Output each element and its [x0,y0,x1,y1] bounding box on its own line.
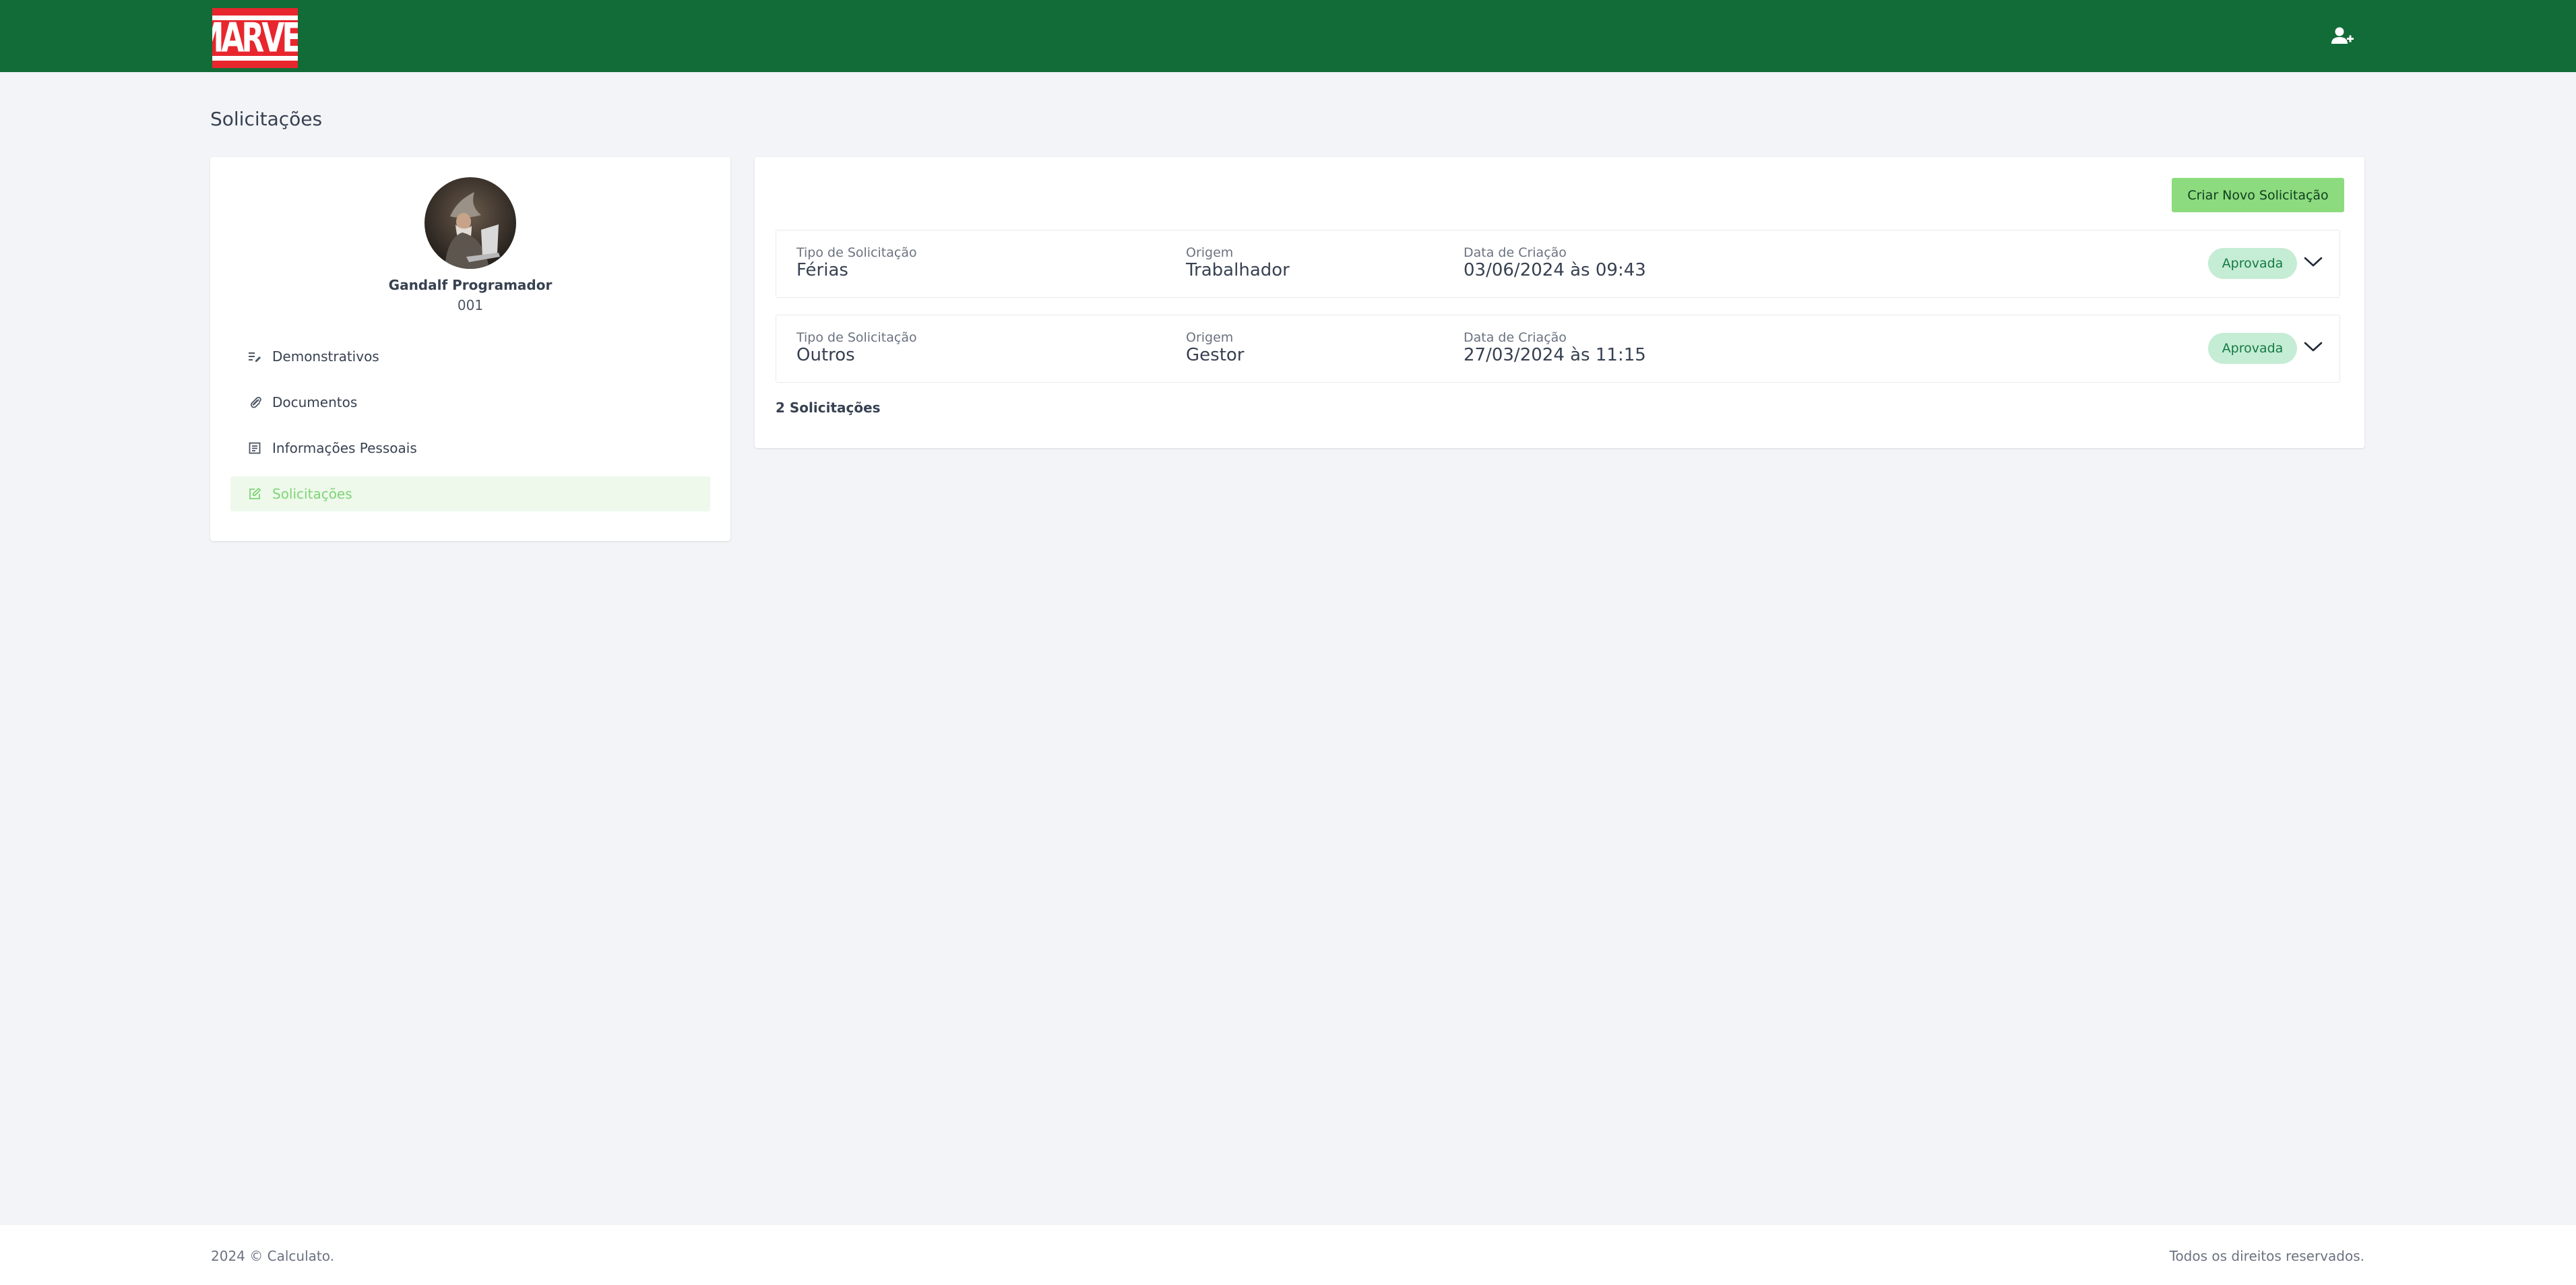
document-list-icon [247,440,263,456]
marvel-logo[interactable]: MARVEL [212,8,298,68]
status-badge: Aprovada [2208,248,2297,279]
request-type-label: Tipo de Solicitação [796,245,917,260]
footer-rights: Todos os direitos reservados. [2169,1248,2364,1264]
request-type-label: Tipo de Solicitação [796,330,917,345]
chevron-down-icon[interactable] [2303,340,2323,354]
person-add-icon[interactable] [2329,23,2356,50]
sidebar-item-label: Informações Pessoais [272,440,417,456]
request-origin-label: Origem [1186,330,1234,345]
request-count: 2 Solicitações [776,400,881,416]
sidebar-item-solicitacoes[interactable]: Solicitações [230,476,710,511]
request-row[interactable]: Tipo de Solicitação Férias Origem Trabal… [776,230,2340,298]
request-date-label: Data de Criação [1464,330,1567,345]
chevron-down-icon[interactable] [2303,255,2323,270]
sidebar-item-informacoes-pessoais[interactable]: Informações Pessoais [230,431,710,466]
profile-id: 001 [457,297,484,313]
request-date-value: 27/03/2024 às 11:15 [1464,345,1646,365]
request-date-value: 03/06/2024 às 09:43 [1464,260,1646,280]
profile-name: Gandalf Programador [388,277,553,293]
request-type-field: Tipo de Solicitação Férias [796,245,917,280]
request-type-value: Outros [796,345,855,365]
sidebar-item-label: Solicitações [272,486,352,502]
request-date-label: Data de Criação [1464,245,1567,260]
top-navbar: MARVEL [0,0,2576,72]
request-origin-field: Origem Gestor [1186,330,1244,365]
footer-copyright: 2024 © Calculato. [211,1248,334,1264]
request-row[interactable]: Tipo de Solicitação Outros Origem Gestor… [776,315,2340,383]
status-badge: Aprovada [2208,333,2297,364]
edit-square-icon [247,486,263,502]
request-date-field: Data de Criação 27/03/2024 às 11:15 [1464,330,1646,365]
request-origin-field: Origem Trabalhador [1186,245,1290,280]
profile-card: Gandalf Programador 001 Demonstrativos D… [210,157,730,541]
request-type-field: Tipo de Solicitação Outros [796,330,917,365]
avatar [425,177,516,269]
sidebar-item-label: Demonstrativos [272,348,379,365]
logo-band-bottom [212,56,298,61]
sidebar-item-documentos[interactable]: Documentos [230,385,710,420]
request-origin-label: Origem [1186,245,1234,260]
request-origin-value: Gestor [1186,345,1245,365]
create-request-button[interactable]: Criar Novo Solicitação [2172,178,2344,212]
request-type-value: Férias [796,260,848,280]
sidebar-item-demonstrativos[interactable]: Demonstrativos [230,339,710,374]
request-origin-value: Trabalhador [1186,260,1290,280]
paperclip-icon [247,394,263,410]
sidebar-item-label: Documentos [272,394,358,410]
sidebar-nav: Demonstrativos Documentos Informações Pe… [230,339,710,522]
footer: 2024 © Calculato. Todos os direitos rese… [0,1225,2576,1285]
request-date-field: Data de Criação 03/06/2024 às 09:43 [1464,245,1646,280]
requests-card: Criar Novo Solicitação Tipo de Solicitaç… [755,157,2364,448]
edit-list-icon [247,348,263,365]
page-title: Solicitações [210,108,323,130]
